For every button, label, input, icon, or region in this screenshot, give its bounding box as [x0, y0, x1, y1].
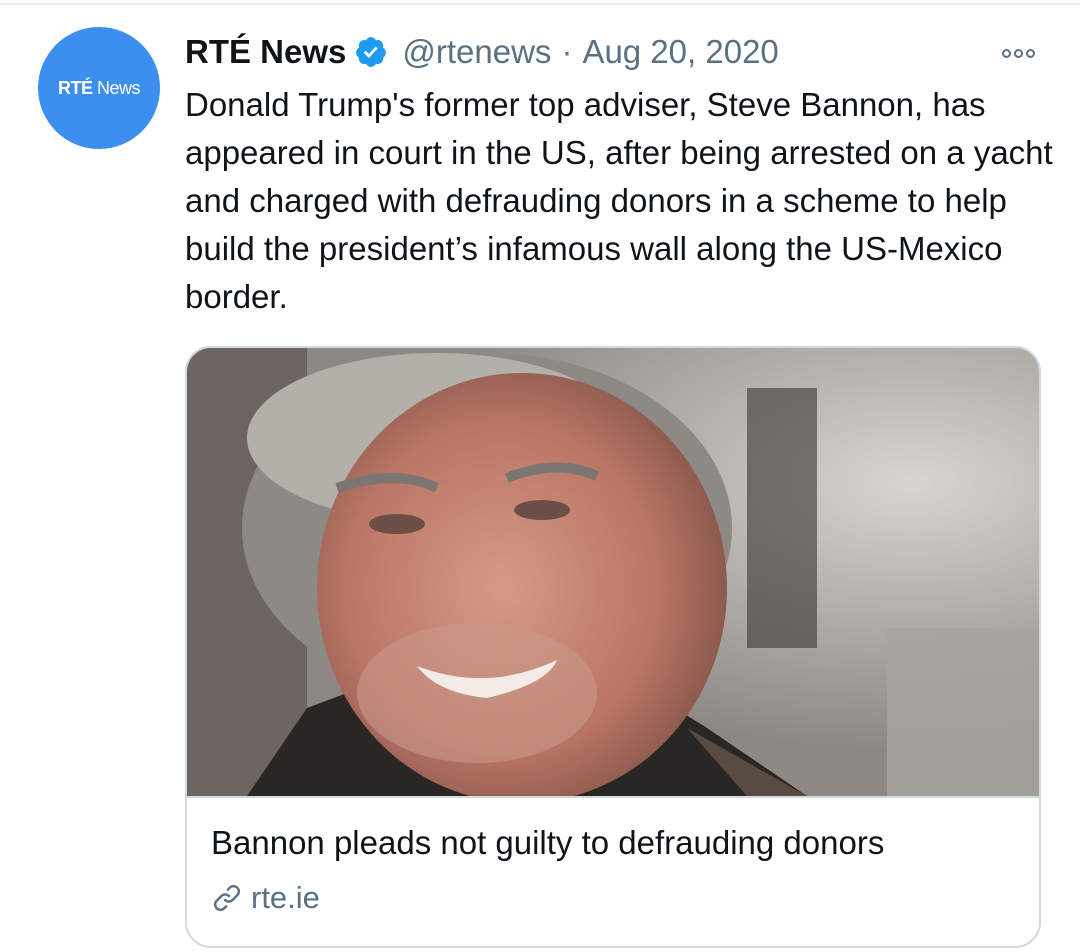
tweet-header: RTÉ News @rtenews · Aug 20, 2020 [185, 28, 779, 76]
top-divider [0, 3, 1080, 5]
card-title[interactable]: Bannon pleads not guilty to defrauding d… [211, 824, 884, 862]
card-image[interactable] [187, 348, 1039, 796]
card-divider [187, 796, 1039, 798]
verified-badge-icon [356, 37, 387, 67]
card-photo [187, 348, 1039, 796]
user-handle[interactable]: @rtenews [402, 33, 551, 71]
tweet-text: Donald Trump's former top adviser, Steve… [185, 86, 1053, 315]
display-name[interactable]: RTÉ News [185, 33, 346, 71]
more-options-icon[interactable] [994, 38, 1042, 68]
tweet-date[interactable]: Aug 20, 2020 [582, 33, 778, 71]
link-card[interactable]: Bannon pleads not guilty to defrauding d… [185, 346, 1041, 948]
avatar-logo: RTÉ News [57, 77, 141, 98]
separator-dot: · [561, 33, 573, 70]
link-icon [213, 884, 241, 912]
card-domain-text: rte.ie [251, 880, 320, 915]
card-domain[interactable]: rte.ie [211, 878, 320, 918]
avatar[interactable]: RTÉ News [38, 27, 160, 149]
